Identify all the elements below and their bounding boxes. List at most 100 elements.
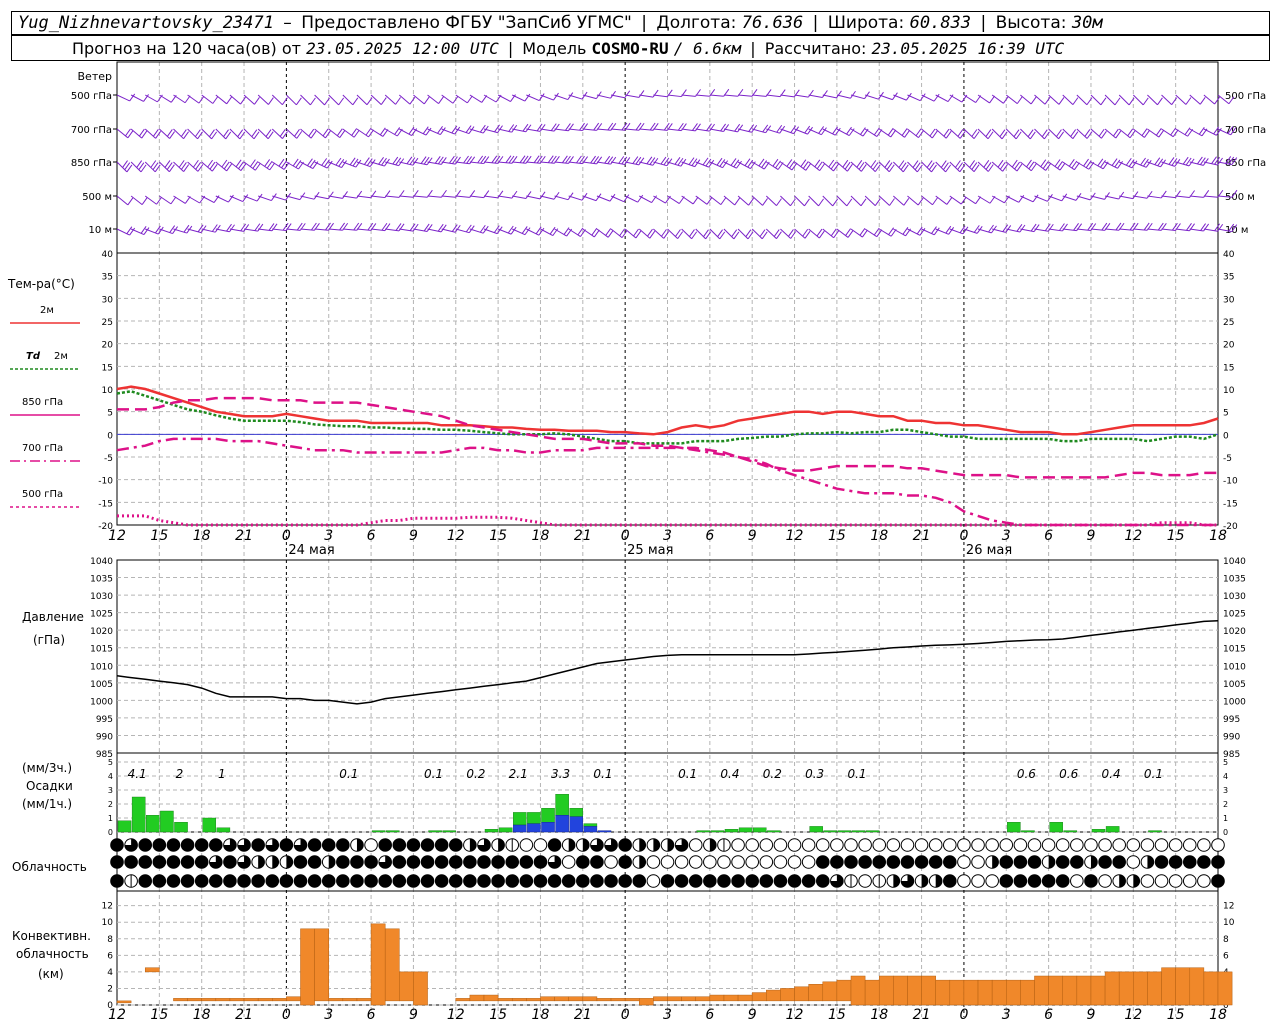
wind-barb — [610, 228, 623, 239]
cloud-symbol — [1112, 855, 1126, 869]
cloud-symbol — [194, 838, 209, 852]
conv-cloud-bar — [1076, 975, 1092, 1006]
wind-barb — [1062, 128, 1074, 140]
wind-barb-feather — [989, 95, 995, 104]
wind-barb — [738, 94, 753, 97]
cloud-symbol — [688, 838, 703, 852]
conv-cloud-bar — [780, 988, 795, 1002]
wind-barb — [427, 94, 439, 104]
temp-ytick-right: 35 — [1223, 273, 1234, 283]
cloud-symbol-fill — [582, 838, 590, 852]
cloud-symbol — [858, 874, 872, 888]
cloud-symbol — [420, 855, 435, 869]
temp-ytick-right: 40 — [1223, 250, 1235, 260]
pressure-ytick: 1005 — [90, 680, 113, 690]
pressure-ytick: 1020 — [90, 627, 113, 637]
cloud-symbol — [1182, 855, 1197, 869]
cloud-symbol — [463, 874, 477, 888]
wind-barb-feather — [267, 97, 274, 105]
wind-barb — [229, 161, 242, 171]
wind-barbs-panel: Ветер500 гПа 500 гПа700 гПа 700 гПа850 гПа… — [71, 70, 1266, 240]
precip-bar-liquid — [442, 830, 456, 833]
legend-prefix: Td — [26, 351, 41, 362]
precip-bar-liquid — [216, 827, 231, 833]
cloud-symbol — [1182, 874, 1197, 888]
conv-cloud-bar — [808, 984, 824, 1002]
cloud-symbol-fill — [639, 838, 646, 852]
cloud-symbol — [943, 855, 957, 869]
pressure-ytick-right: 1020 — [1223, 627, 1246, 637]
wind-barb-feather — [1171, 97, 1178, 105]
wind-barb — [1118, 94, 1130, 106]
cloud-symbol-fill — [639, 855, 646, 869]
precip-ytick-right: 2 — [1223, 800, 1228, 809]
precip-ytick: 4 — [108, 772, 113, 781]
conv-cloud-bar — [1175, 967, 1191, 1006]
wind-barb — [483, 94, 497, 103]
pressure-panel: 1040 1040 1035 1035 1030 1030 1025 1025 1020 1020… — [22, 557, 1246, 760]
cloud-symbol — [1154, 855, 1169, 869]
wind-barb — [822, 195, 834, 207]
cloud-symbol — [787, 855, 802, 869]
pressure-ytick-right: 1000 — [1223, 697, 1246, 707]
conv-cloud-bar — [596, 998, 612, 1002]
wind-barb — [173, 94, 186, 104]
hour-tick-label: 6 — [367, 528, 376, 544]
cloud-symbol — [787, 838, 802, 852]
cloud-symbol — [1013, 838, 1028, 852]
precip-total-label: 4.1 — [128, 767, 147, 781]
precip-bar-liquid — [1063, 830, 1078, 833]
cloud-symbol — [674, 874, 689, 888]
precip-bar-liquid — [583, 823, 598, 827]
wind-barb — [1147, 195, 1162, 199]
temp-ytick: -5 — [104, 454, 113, 464]
precip-bar-liquid — [1105, 826, 1120, 833]
cloud-symbol — [1211, 874, 1225, 888]
cloud-symbol — [1013, 855, 1028, 869]
wind-barb — [257, 195, 272, 202]
wind-barb — [229, 128, 241, 140]
conv-cloud-bar — [187, 998, 202, 1002]
wind-barb — [1104, 195, 1119, 200]
temp-ytick: 0 — [107, 431, 113, 441]
precip-bar-liquid — [498, 827, 513, 833]
wind-barb-feather — [1214, 96, 1220, 105]
precip-total-label: 1 — [218, 767, 226, 781]
cloud-symbol — [138, 838, 153, 852]
cloud-symbol — [533, 855, 548, 869]
cloud-symbol — [420, 838, 435, 852]
hour-tick-label-bottom: 21 — [574, 1007, 592, 1023]
precip-bar-liquid — [569, 808, 584, 817]
wind-barb — [1006, 195, 1019, 203]
hour-tick-label: 0 — [282, 528, 291, 544]
wind-barb — [653, 228, 665, 239]
conv-cloud-bar — [723, 994, 739, 1002]
cloud-symbol — [604, 855, 618, 869]
wind-barb — [808, 94, 823, 98]
wind-barb-feather — [1142, 97, 1149, 106]
wind-barb — [723, 195, 736, 206]
conv-cloud-bar — [639, 998, 654, 1006]
precip-bar-solid — [527, 823, 541, 833]
wind-barb — [328, 94, 339, 106]
wind-barb — [314, 195, 329, 200]
wind-barb — [1147, 94, 1158, 106]
cloud-symbol — [957, 855, 971, 869]
legend-label: 2м — [40, 305, 54, 316]
cloud-symbol — [815, 855, 830, 869]
cloud-symbol — [138, 855, 153, 869]
precip-bar-liquid — [484, 829, 499, 833]
precip-ytick: 1 — [108, 814, 113, 823]
precip-bar-liquid — [710, 830, 725, 833]
conv-ytick-right: 6 — [1223, 951, 1229, 961]
cloud-symbol — [378, 874, 392, 888]
wind-barb — [625, 94, 640, 98]
hour-tick-label-bottom: 15 — [489, 1007, 507, 1023]
cloud-symbol — [392, 838, 407, 852]
cloud-symbol — [759, 855, 774, 869]
cloud-symbol-fill — [667, 838, 674, 852]
conv-cloud-bar — [229, 998, 245, 1002]
wind-barb — [808, 195, 819, 207]
wind-barb — [723, 228, 735, 240]
pressure-ytick-right: 995 — [1223, 715, 1240, 725]
